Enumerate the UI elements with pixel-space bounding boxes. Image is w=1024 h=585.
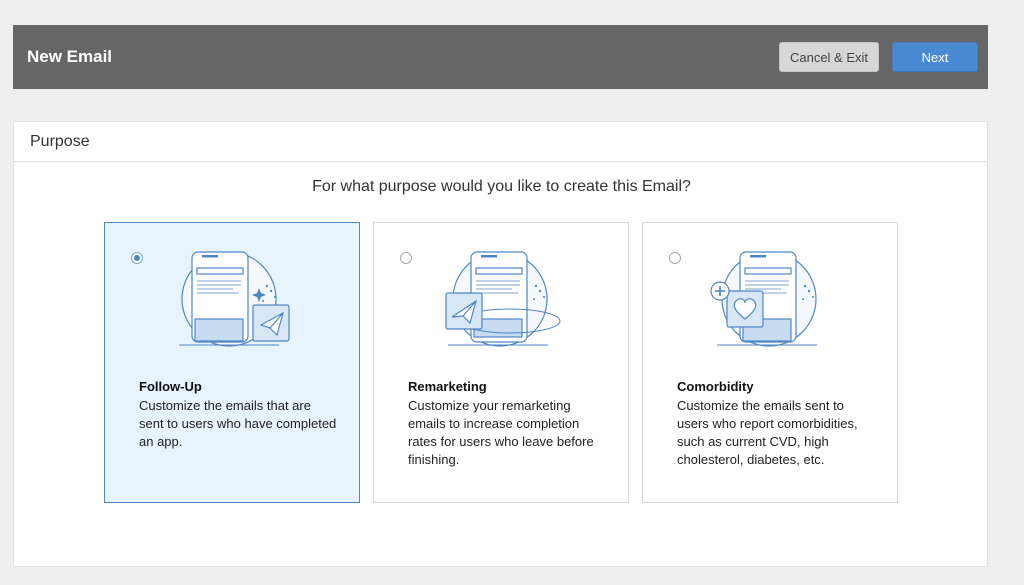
remarketing-illustration-icon bbox=[445, 251, 561, 347]
comorbidity-description: Customize the emails sent to users who r… bbox=[677, 398, 858, 467]
comorbidity-illustration-icon bbox=[710, 251, 817, 347]
remarketing-radio[interactable] bbox=[400, 252, 412, 264]
cancel-exit-button[interactable]: Cancel & Exit bbox=[779, 42, 879, 72]
option-card-remarketing[interactable]: Remarketing Customize your remarketing e… bbox=[373, 222, 629, 503]
purpose-panel: Purpose For what purpose would you like … bbox=[13, 121, 988, 567]
follow-up-description: Customize the emails that are sent to us… bbox=[139, 398, 337, 449]
remarketing-description: Customize your remarketing emails to inc… bbox=[408, 398, 594, 467]
top-bar: New Email Cancel & Exit Next bbox=[13, 25, 988, 89]
comorbidity-title: Comorbidity bbox=[677, 379, 754, 394]
option-card-follow-up[interactable]: Follow-Up Customize the emails that are … bbox=[104, 222, 360, 503]
panel-title: Purpose bbox=[30, 132, 90, 150]
option-card-comorbidity[interactable]: Comorbidity Customize the emails sent to… bbox=[642, 222, 898, 503]
panel-header: Purpose bbox=[14, 122, 987, 162]
follow-up-illustration-icon bbox=[179, 251, 290, 347]
next-button[interactable]: Next bbox=[892, 42, 978, 72]
comorbidity-radio[interactable] bbox=[669, 252, 681, 264]
page-title: New Email bbox=[27, 47, 113, 66]
remarketing-title: Remarketing bbox=[408, 379, 487, 394]
follow-up-title: Follow-Up bbox=[139, 379, 202, 394]
follow-up-radio[interactable] bbox=[131, 252, 143, 264]
purpose-question: For what purpose would you like to creat… bbox=[312, 178, 691, 195]
